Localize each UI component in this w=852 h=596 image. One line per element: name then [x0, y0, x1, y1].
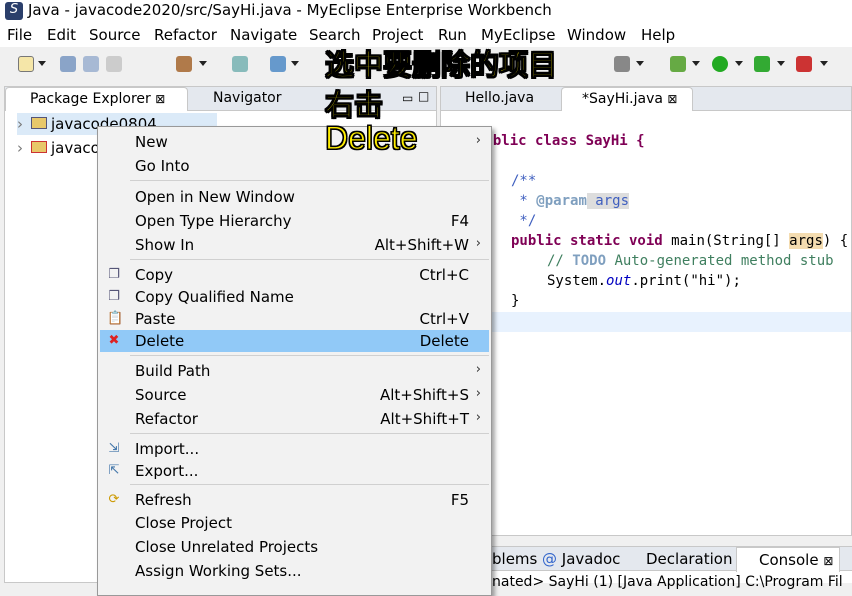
maximize-icon[interactable]: □ [418, 89, 429, 103]
code-line: */ [511, 213, 537, 229]
menu-file[interactable]: File [7, 26, 32, 44]
menu-item-open-in-new-window[interactable]: Open in New Window [100, 186, 489, 208]
menu-item-show-in[interactable]: Show In Alt+Shift+W › [100, 234, 489, 256]
tab-console[interactable]: Console ⊠ [736, 547, 841, 572]
export-icon: ⇱ [108, 463, 120, 478]
tab-navigator[interactable]: Navigator [193, 87, 288, 111]
shortcut: Alt+Shift+W [374, 236, 469, 254]
tab-hello-java[interactable]: Hello.java [445, 87, 540, 111]
project-folder-icon [31, 117, 47, 129]
shortcut: Alt+Shift+T [380, 410, 469, 428]
menu-item-source[interactable]: Source Alt+Shift+S › [100, 384, 489, 406]
shortcut: Ctrl+C [419, 266, 469, 284]
external-tools-icon[interactable] [796, 56, 812, 72]
copy-icon: ❐ [108, 267, 120, 282]
menu-item-copy-qualified-name[interactable]: ❐ Copy Qualified Name [100, 286, 489, 308]
code-line: /** [511, 173, 537, 189]
copy-icon: ❐ [108, 289, 120, 304]
menu-separator [130, 355, 489, 356]
close-icon[interactable]: ⊠ [667, 92, 677, 106]
print-icon[interactable] [106, 56, 122, 72]
tab-declaration[interactable]: Declaration [626, 550, 732, 568]
menu-item-go-into[interactable]: Go Into [100, 155, 489, 177]
annotation-line-2: 右击 [324, 88, 384, 123]
code-editor[interactable]: Hello.java *SayHi.java ⊠ public class Sa… [440, 86, 852, 536]
tab-package-explorer[interactable]: Package Explorer ⊠ [5, 87, 188, 111]
current-line-highlight [441, 312, 851, 332]
menu-source[interactable]: Source [89, 26, 141, 44]
code-line: } [511, 293, 520, 309]
context-menu: New › Go Into Open in New Window Open Type H… [97, 126, 492, 596]
tab-sayhi-java[interactable]: *SayHi.java ⊠ [561, 87, 693, 111]
menu-item-assign-working-sets[interactable]: Assign Working Sets... [100, 560, 489, 582]
menu-item-import[interactable]: ⇲ Import... [100, 438, 489, 460]
menu-item-paste[interactable]: 📋 Paste Ctrl+V [100, 308, 489, 330]
app-logo-icon: S [5, 2, 23, 20]
submenu-arrow-icon: › [475, 410, 481, 425]
new-project-icon[interactable] [176, 56, 192, 72]
run-icon[interactable] [712, 56, 728, 72]
delete-icon: ✖ [108, 333, 120, 348]
annotation-line-1: 选中要删除的项目 [324, 48, 558, 83]
menu-refactor[interactable]: Refactor [154, 26, 217, 44]
window-title: Java - javacode2020/src/SayHi.java - MyE… [28, 1, 552, 19]
shortcut: Delete [419, 332, 469, 350]
code-line: // TODO Auto-generated method stub [547, 253, 834, 269]
refresh-icon: ⟳ [108, 492, 120, 507]
close-icon[interactable]: ⊠ [155, 92, 165, 106]
menu-separator [130, 259, 489, 260]
console-output: nated> SayHi (1) [Java Application] C:\P… [492, 574, 843, 590]
tab-javadoc[interactable]: @ Javadoc [542, 550, 620, 568]
annotation-line-3: Delete [325, 120, 418, 157]
menu-item-close-project[interactable]: Close Project [100, 512, 489, 534]
shortcut: Ctrl+V [419, 310, 469, 328]
code-line: public static void main(String[] args) { [511, 233, 849, 249]
menu-edit[interactable]: Edit [47, 26, 76, 44]
submenu-arrow-icon: › [475, 133, 481, 148]
tab-problems[interactable]: blems [492, 550, 537, 568]
new-icon[interactable] [18, 56, 34, 72]
menu-item-refresh[interactable]: ⟳ Refresh F5 [100, 489, 489, 511]
menu-navigate[interactable]: Navigate [230, 26, 297, 44]
menu-item-copy[interactable]: ❐ Copy Ctrl+C [100, 264, 489, 286]
import-icon: ⇲ [108, 441, 120, 456]
save-icon[interactable] [60, 56, 76, 72]
menu-help[interactable]: Help [641, 26, 675, 44]
code-line: * @param args [511, 193, 630, 209]
menu-item-refactor[interactable]: Refactor Alt+Shift+T › [100, 408, 489, 430]
server-icon[interactable] [232, 56, 248, 72]
bottom-panel: blems @ Javadoc Declaration Console ⊠ na… [440, 546, 852, 590]
minimize-icon[interactable]: ▭ [402, 91, 413, 105]
coverage-icon[interactable] [754, 56, 770, 72]
submenu-arrow-icon: › [475, 386, 481, 401]
project-error-icon [31, 141, 47, 153]
camera-icon[interactable] [614, 56, 630, 72]
menu-item-open-type-hierarchy[interactable]: Open Type Hierarchy F4 [100, 210, 489, 232]
menu-separator [130, 180, 489, 181]
code-line: System.out.print("hi"); [547, 273, 741, 289]
submenu-arrow-icon: › [475, 236, 481, 251]
code-line: public class SayHi { [476, 133, 645, 149]
paste-icon: 📋 [107, 311, 124, 326]
menu-window[interactable]: Window [567, 26, 626, 44]
wizard-icon[interactable] [270, 56, 286, 72]
menu-item-build-path[interactable]: Build Path › [100, 360, 489, 382]
menu-separator [130, 484, 489, 485]
debug-icon[interactable] [670, 56, 686, 72]
shortcut: Alt+Shift+S [379, 386, 469, 404]
shortcut: F5 [450, 491, 469, 509]
menu-item-export[interactable]: ⇱ Export... [100, 460, 489, 482]
close-icon: ⊠ [823, 554, 834, 568]
menu-item-new[interactable]: New › [100, 131, 489, 153]
title-bar: S Java - javacode2020/src/SayHi.java - M… [0, 0, 852, 23]
save-all-icon[interactable] [83, 56, 99, 72]
submenu-arrow-icon: › [475, 362, 481, 377]
menu-item-delete[interactable]: ✖ Delete Delete [100, 330, 489, 352]
menu-separator [130, 433, 489, 434]
shortcut: F4 [450, 212, 469, 230]
menu-item-close-unrelated-projects[interactable]: Close Unrelated Projects [100, 536, 489, 558]
